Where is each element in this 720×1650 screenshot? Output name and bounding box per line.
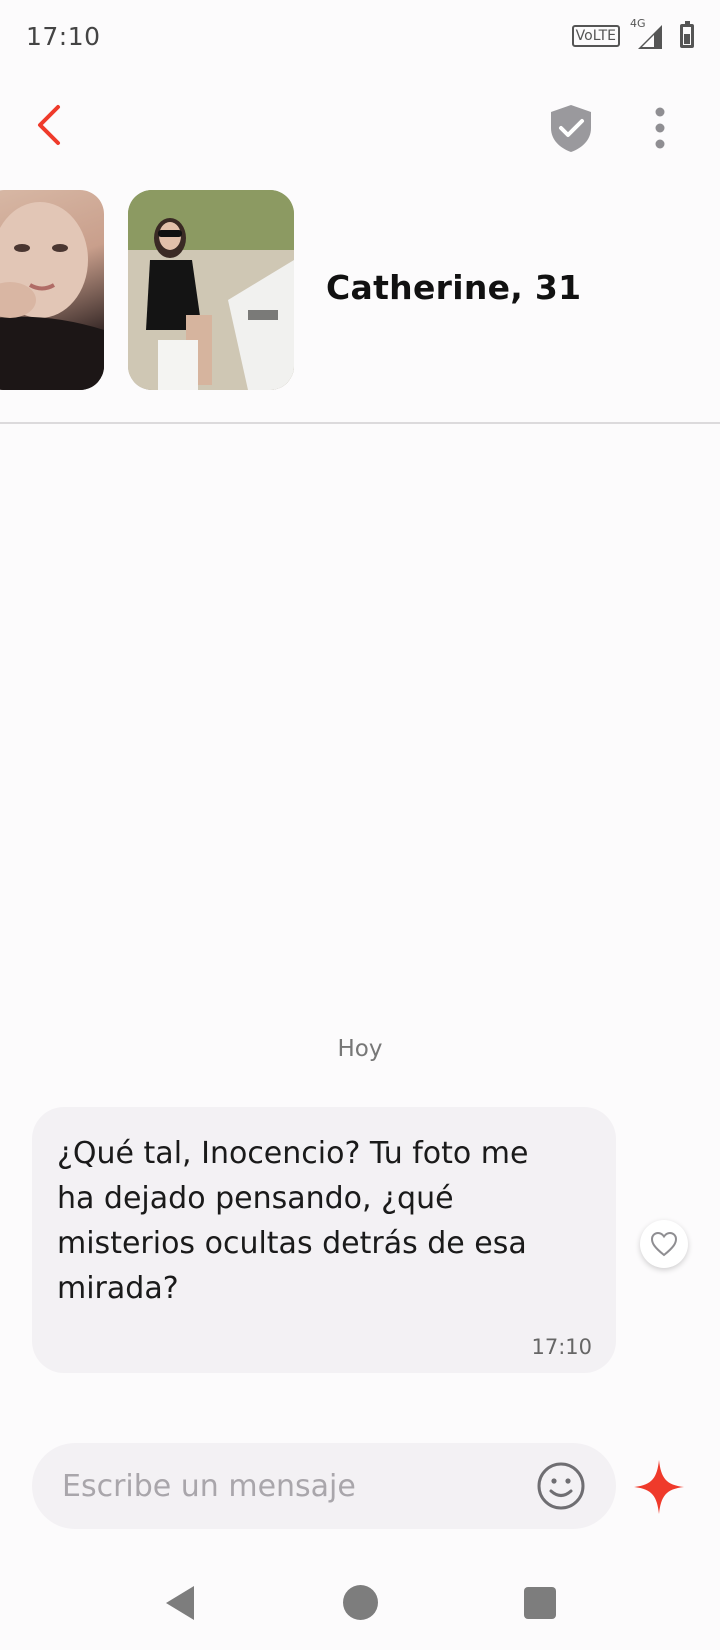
chat-area[interactable]: Hoy ¿Qué tal, Inocencio? Tu foto me ha d… (0, 424, 720, 1414)
system-nav-bar (0, 1560, 720, 1650)
profile-photo-1[interactable] (0, 190, 104, 390)
message-timestamp: 17:10 (531, 1335, 592, 1359)
safety-shield-button[interactable] (546, 102, 596, 154)
volte-icon: VoLTE (571, 25, 620, 47)
more-options-button[interactable] (644, 104, 676, 152)
spark-button[interactable] (632, 1458, 686, 1516)
day-separator: Hoy (337, 1036, 383, 1062)
nav-home-icon[interactable] (343, 1585, 378, 1620)
heart-icon (650, 1231, 678, 1257)
nav-recents-icon[interactable] (524, 1587, 556, 1619)
more-vertical-icon (655, 107, 665, 149)
like-message-button[interactable] (640, 1220, 688, 1268)
top-bar (0, 80, 720, 180)
status-bar: 17:10 VoLTE 4G (0, 0, 720, 72)
profile-header: Catherine, 31 (0, 190, 720, 392)
status-icons: VoLTE 4G (571, 17, 694, 51)
signal-icon: 4G (630, 17, 664, 51)
back-arrow-icon (38, 105, 60, 145)
battery-icon (680, 21, 694, 48)
profile-photo-2[interactable] (128, 190, 294, 390)
shield-check-icon (551, 105, 591, 152)
nav-back-button[interactable] (162, 1584, 198, 1622)
message-text: ¿Qué tal, Inocencio? Tu foto me ha dejad… (57, 1136, 529, 1306)
message-composer (32, 1443, 616, 1529)
message-input[interactable] (62, 1468, 536, 1504)
emoji-icon (537, 1462, 585, 1510)
nav-back-icon (166, 1586, 194, 1620)
profile-name-age[interactable]: Catherine, 31 (326, 268, 581, 307)
emoji-button[interactable] (536, 1461, 586, 1511)
received-message[interactable]: ¿Qué tal, Inocencio? Tu foto me ha dejad… (32, 1107, 616, 1373)
sparkle-icon (634, 1460, 684, 1514)
status-time: 17:10 (26, 21, 101, 51)
back-button[interactable] (30, 102, 70, 148)
network-type: 4G (630, 17, 646, 30)
